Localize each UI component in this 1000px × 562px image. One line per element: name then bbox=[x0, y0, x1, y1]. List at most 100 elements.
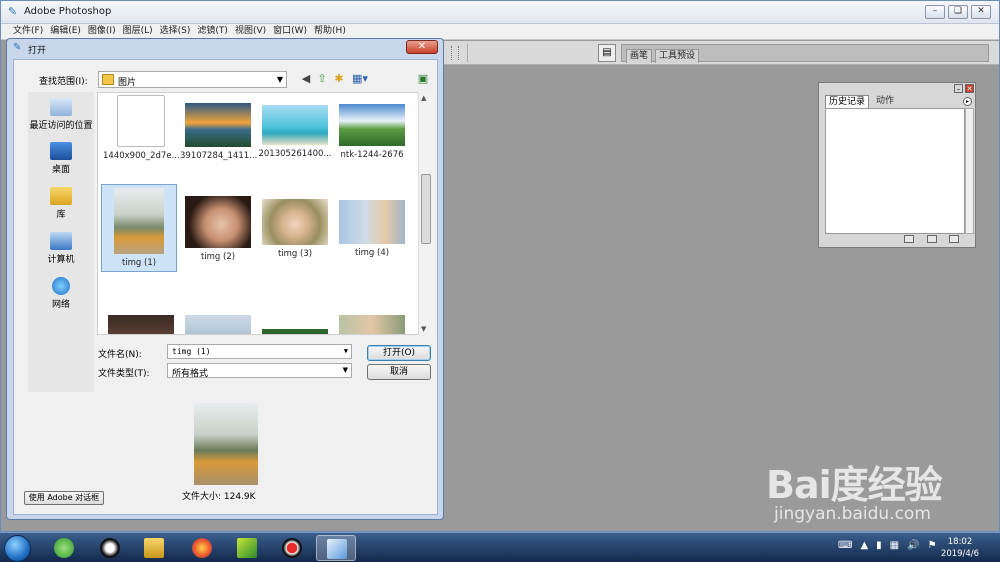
file-item[interactable]: ntk-1244-2676 bbox=[334, 95, 410, 167]
panel-menu-icon[interactable]: ▸ bbox=[963, 97, 972, 106]
taskbar-app-qq[interactable] bbox=[90, 535, 130, 561]
thumbnail-image bbox=[108, 315, 174, 334]
thumbnail-image bbox=[339, 200, 405, 244]
up-folder-icon[interactable]: ⇧ bbox=[315, 72, 329, 86]
menu-file[interactable]: 文件(F) bbox=[11, 24, 48, 39]
keyboard-icon[interactable]: ⌨ bbox=[838, 540, 852, 551]
taskbar-app-media-player[interactable] bbox=[227, 535, 267, 561]
file-item[interactable] bbox=[180, 315, 256, 334]
file-item-selected[interactable]: timg (1) bbox=[101, 184, 177, 272]
clock-time: 18:02 bbox=[947, 537, 973, 547]
look-in-select[interactable]: 图片 ▼ bbox=[98, 71, 287, 88]
file-list[interactable]: 1440x900_2d7e... 39107284_1411... 201305… bbox=[97, 92, 433, 335]
use-adobe-dialog-button[interactable]: 使用 Adobe 对话框 bbox=[24, 491, 104, 505]
restore-button[interactable]: ❏ bbox=[948, 5, 968, 19]
cancel-button[interactable]: 取消 bbox=[367, 364, 431, 380]
place-network[interactable]: 网络 bbox=[28, 277, 94, 310]
window-controls: – ❏ ✕ bbox=[925, 5, 991, 19]
library-icon bbox=[50, 187, 72, 205]
filetype-select[interactable]: 所有格式 ▼ bbox=[167, 363, 352, 379]
tab-actions[interactable]: 动作 bbox=[873, 95, 897, 108]
options-bar-grip[interactable] bbox=[451, 46, 459, 60]
file-list-scrollbar[interactable]: ▲ ▼ bbox=[418, 92, 433, 335]
history-list[interactable] bbox=[825, 108, 965, 234]
file-item[interactable]: 201305261400... bbox=[257, 95, 333, 167]
network-tray-icon[interactable]: ▦ bbox=[890, 540, 899, 551]
file-item[interactable]: 39107284_1411... bbox=[180, 95, 257, 167]
file-item[interactable]: 1440x900_2d7e... bbox=[103, 95, 180, 167]
new-folder-icon[interactable]: ✱ bbox=[332, 72, 346, 86]
scroll-down-icon[interactable]: ▼ bbox=[421, 325, 426, 333]
file-name: ntk-1244-2676 bbox=[340, 150, 404, 160]
snapshot-icon[interactable] bbox=[927, 235, 937, 243]
chevron-down-icon: ▼ bbox=[276, 75, 283, 84]
file-item[interactable] bbox=[334, 315, 410, 334]
tab-history[interactable]: 历史记录 bbox=[825, 95, 870, 108]
separator bbox=[467, 44, 468, 62]
thumbnail-image bbox=[185, 196, 251, 248]
taskbar-app-file-explorer[interactable] bbox=[134, 535, 174, 561]
photoshop-icon bbox=[327, 539, 347, 559]
palette-well-icon[interactable]: ▤ bbox=[598, 44, 616, 62]
history-scrollbar[interactable] bbox=[965, 108, 974, 234]
file-item[interactable]: timg (4) bbox=[334, 184, 410, 272]
folder-add-icon[interactable]: ▣ bbox=[416, 72, 430, 86]
menu-help[interactable]: 帮助(H) bbox=[312, 24, 351, 39]
volume-icon[interactable]: 🔊 bbox=[907, 540, 919, 551]
place-recent[interactable]: 最近访问的位置 bbox=[28, 98, 94, 131]
menu-edit[interactable]: 编辑(E) bbox=[48, 24, 86, 39]
tab-tool-presets[interactable]: 工具预设 bbox=[655, 49, 700, 63]
place-library[interactable]: 库 bbox=[28, 187, 94, 220]
menu-view[interactable]: 视图(V) bbox=[233, 24, 271, 39]
battery-icon[interactable]: ▮ bbox=[876, 540, 882, 551]
taskbar-app-firefox[interactable] bbox=[182, 535, 222, 561]
file-item[interactable] bbox=[103, 315, 179, 334]
dialog-body: 查找范围(I): 图片 ▼ ◀ ⇧ ✱ ▦▾ ▣ 最近访问的位置 桌面 库 计算… bbox=[13, 59, 438, 515]
panel-minimize-button[interactable]: – bbox=[954, 84, 963, 93]
history-footer bbox=[819, 234, 975, 245]
place-desktop[interactable]: 桌面 bbox=[28, 142, 94, 175]
scroll-up-icon[interactable]: ▲ bbox=[421, 94, 426, 102]
dialog-close-button[interactable]: ✕ bbox=[406, 40, 438, 54]
minimize-button[interactable]: – bbox=[925, 5, 945, 19]
menu-layer[interactable]: 图层(L) bbox=[121, 24, 158, 39]
menu-window[interactable]: 窗口(W) bbox=[271, 24, 312, 39]
start-button[interactable] bbox=[4, 535, 31, 562]
menu-image[interactable]: 图像(I) bbox=[86, 24, 121, 39]
trash-icon[interactable] bbox=[949, 235, 959, 243]
filename-value: timg (1) bbox=[172, 347, 211, 356]
filetype-label: 文件类型(T): bbox=[98, 369, 150, 379]
close-button[interactable]: ✕ bbox=[971, 5, 991, 19]
taskbar-app-recorder[interactable] bbox=[272, 535, 312, 561]
chevron-down-icon[interactable]: ▼ bbox=[344, 347, 348, 355]
taskbar-app-photoshop[interactable] bbox=[316, 535, 356, 561]
back-icon[interactable]: ◀ bbox=[299, 72, 313, 86]
dialog-titlebar: ✎ 打开 ✕ bbox=[7, 39, 443, 58]
history-panel: – ✕ 历史记录 动作 ▸ bbox=[818, 82, 976, 248]
clock[interactable]: 18:02 2019/4/6 bbox=[935, 536, 985, 560]
scrollbar-thumb[interactable] bbox=[421, 174, 431, 244]
watermark-url: jingyan.baidu.com bbox=[774, 504, 931, 524]
place-label: 网络 bbox=[51, 300, 70, 310]
file-name: timg (4) bbox=[354, 248, 390, 258]
chevron-down-icon: ▼ bbox=[342, 366, 348, 374]
panel-close-button[interactable]: ✕ bbox=[965, 84, 974, 93]
open-button[interactable]: 打开(O) bbox=[367, 345, 431, 361]
tray-expand-icon[interactable]: ▲ bbox=[860, 540, 868, 551]
thumbnail-image bbox=[262, 199, 328, 245]
taskbar-app-360-browser[interactable] bbox=[44, 535, 84, 561]
open-dialog: ✎ 打开 ✕ 查找范围(I): 图片 ▼ ◀ ⇧ ✱ ▦▾ ▣ 最近访问的位置 … bbox=[6, 38, 444, 520]
menu-filter[interactable]: 滤镜(T) bbox=[195, 24, 233, 39]
menu-select[interactable]: 选择(S) bbox=[158, 24, 196, 39]
view-menu-icon[interactable]: ▦▾ bbox=[350, 72, 370, 86]
firefox-icon bbox=[192, 538, 212, 558]
file-item[interactable]: timg (2) bbox=[180, 184, 256, 272]
new-document-from-state-icon[interactable] bbox=[904, 235, 914, 243]
filename-input[interactable]: timg (1) ▼ bbox=[167, 344, 352, 359]
tab-brushes[interactable]: 画笔 bbox=[626, 49, 653, 63]
file-item[interactable] bbox=[257, 329, 333, 334]
thumbnail-image bbox=[339, 104, 405, 146]
history-panel-header: – ✕ bbox=[819, 83, 975, 94]
place-computer[interactable]: 计算机 bbox=[28, 232, 94, 265]
file-item[interactable]: timg (3) bbox=[257, 184, 333, 272]
